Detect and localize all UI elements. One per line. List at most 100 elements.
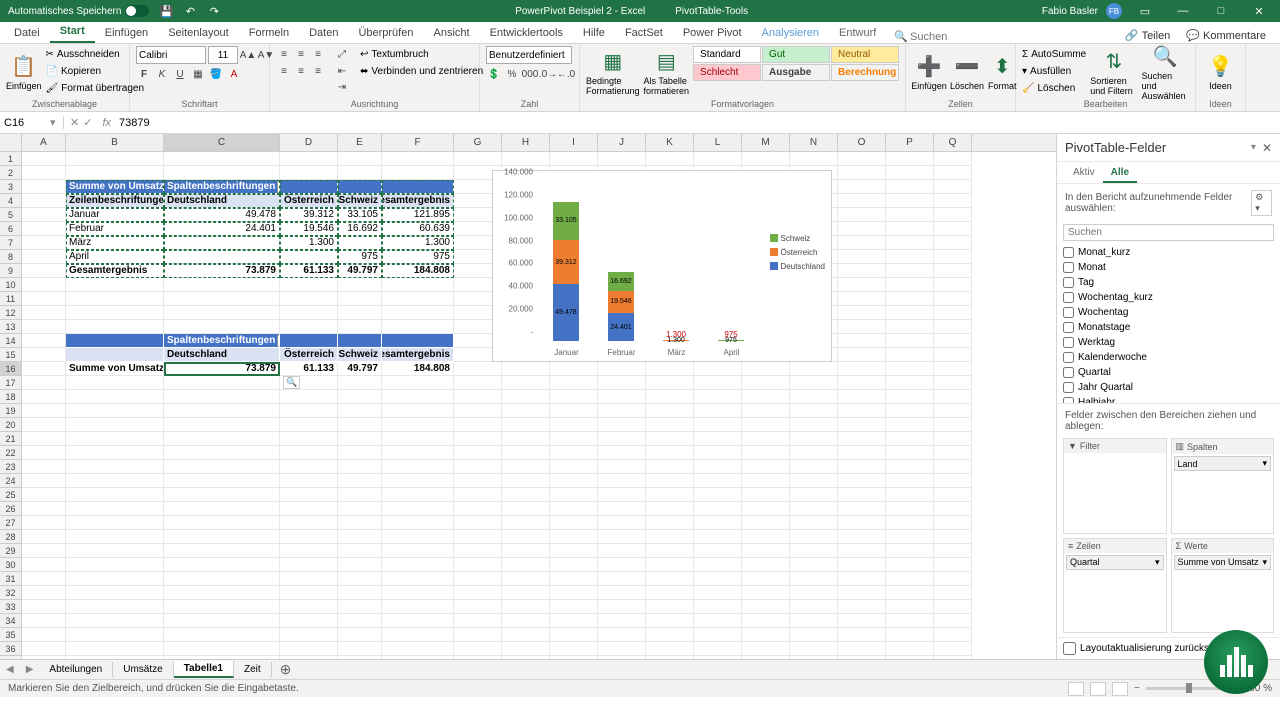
tab-factset[interactable]: FactSet <box>615 25 673 43</box>
font-size-select[interactable] <box>208 46 238 64</box>
format-cells-button[interactable]: ⬍Format <box>988 46 1017 98</box>
col-header[interactable]: N <box>790 134 838 151</box>
select-all-corner[interactable] <box>0 134 22 151</box>
pane-dropdown-icon[interactable]: ▾ <box>1251 142 1256 153</box>
style-ausgabe[interactable]: Ausgabe <box>762 64 830 81</box>
maximize-icon[interactable]: □ <box>1206 0 1236 22</box>
indent-dec-button[interactable]: ⇤ <box>334 63 350 79</box>
area-rows[interactable]: ≡ Zeilen Quartal▾ <box>1063 538 1167 634</box>
tab-ueberpruefen[interactable]: Überprüfen <box>348 25 423 43</box>
user-avatar[interactable]: FB <box>1106 3 1122 19</box>
field-item[interactable]: Kalenderwoche <box>1063 350 1274 365</box>
field-item[interactable]: Jahr Quartal <box>1063 380 1274 395</box>
paste-button[interactable]: 📋Einfügen <box>6 46 42 98</box>
redo-icon[interactable]: ↷ <box>207 4 221 18</box>
tab-daten[interactable]: Daten <box>299 25 348 43</box>
sheet-tab[interactable]: Zeit <box>234 662 272 677</box>
underline-button[interactable]: U <box>172 66 188 82</box>
worksheet-grid[interactable]: A B C D E F G H I J K L M N O P Q 123Sum… <box>0 134 1056 659</box>
sheet-tab[interactable]: Umsätze <box>113 662 173 677</box>
border-button[interactable]: ▦ <box>190 66 206 82</box>
field-item[interactable]: Quartal <box>1063 365 1274 380</box>
tab-entwicklertools[interactable]: Entwicklertools <box>480 25 573 43</box>
indent-inc-button[interactable]: ⇥ <box>334 79 350 95</box>
col-header[interactable]: I <box>550 134 598 151</box>
ideas-button[interactable]: 💡Ideen <box>1202 46 1239 98</box>
tab-entwurf[interactable]: Entwurf <box>829 25 886 43</box>
field-search-input[interactable] <box>1063 224 1274 241</box>
normal-view-icon[interactable] <box>1068 682 1084 696</box>
add-sheet-icon[interactable]: ⊕ <box>272 661 300 678</box>
col-header[interactable]: P <box>886 134 934 151</box>
inc-decimal-button[interactable]: .0→ <box>540 66 556 82</box>
col-header[interactable]: J <box>598 134 646 151</box>
col-header[interactable]: K <box>646 134 694 151</box>
tab-analysieren[interactable]: Analysieren <box>752 25 829 43</box>
bold-button[interactable]: F <box>136 66 152 82</box>
page-layout-view-icon[interactable] <box>1090 682 1106 696</box>
tab-seitenlayout[interactable]: Seitenlayout <box>158 25 239 43</box>
pivot-chart[interactable]: -20.00040.00060.00080.000100.000120.0001… <box>492 170 832 362</box>
comments-button[interactable]: 💬 Kommentare <box>1180 28 1272 43</box>
field-item[interactable]: Wochentag_kurz <box>1063 290 1274 305</box>
autosave-toggle[interactable]: Automatisches Speichern <box>8 5 149 17</box>
field-item[interactable]: Halbjahr <box>1063 395 1274 403</box>
pane-close-icon[interactable]: ✕ <box>1262 141 1272 155</box>
share-button[interactable]: 🔗 Teilen <box>1119 28 1176 43</box>
col-header[interactable]: O <box>838 134 886 151</box>
sheet-nav-next-icon[interactable]: ▶ <box>20 664 40 675</box>
currency-button[interactable]: 💲 <box>486 66 502 82</box>
save-icon[interactable]: 💾 <box>159 4 173 18</box>
search-icon[interactable]: 🔍 <box>894 30 908 43</box>
comma-button[interactable]: 000 <box>522 66 538 82</box>
area-columns[interactable]: ▥ Spalten Land▾ <box>1171 438 1275 534</box>
undo-icon[interactable]: ↶ <box>183 4 197 18</box>
enter-formula-icon[interactable]: ✓ <box>83 116 92 129</box>
fx-icon[interactable]: fx <box>98 117 115 129</box>
field-item[interactable]: Monatstage <box>1063 320 1274 335</box>
close-icon[interactable]: ✕ <box>1244 0 1274 22</box>
orientation-button[interactable]: ⤢ <box>334 46 350 62</box>
font-color-button[interactable]: A <box>226 66 242 82</box>
merge-center-button[interactable]: ⬌ Verbinden und zentrieren <box>360 63 483 79</box>
tab-einfuegen[interactable]: Einfügen <box>95 25 158 43</box>
grow-font-icon[interactable]: A▲ <box>240 47 256 63</box>
style-berechnung[interactable]: Berechnung <box>831 64 899 81</box>
tell-me-input[interactable] <box>910 31 970 43</box>
conditional-format-button[interactable]: ▦Bedingte Formatierung <box>586 46 640 98</box>
area-values[interactable]: Σ Werte Summe von Umsatz▾ <box>1171 538 1275 634</box>
field-item[interactable]: Tag <box>1063 275 1274 290</box>
col-header[interactable]: C <box>164 134 280 151</box>
col-header[interactable]: L <box>694 134 742 151</box>
pane-tools-icon[interactable]: ⚙ ▾ <box>1251 190 1272 216</box>
area-filter[interactable]: ▼ Filter <box>1063 438 1167 534</box>
field-item[interactable]: Wochentag <box>1063 305 1274 320</box>
col-header[interactable]: B <box>66 134 164 151</box>
sheet-nav-prev-icon[interactable]: ◀ <box>0 664 20 675</box>
sort-filter-button[interactable]: ⇅Sortieren und Filtern <box>1090 46 1137 98</box>
font-name-select[interactable] <box>136 46 206 64</box>
percent-button[interactable]: % <box>504 66 520 82</box>
formula-input[interactable] <box>115 117 1280 129</box>
style-neutral[interactable]: Neutral <box>831 46 899 63</box>
italic-button[interactable]: K <box>154 66 170 82</box>
tab-start[interactable]: Start <box>50 23 95 43</box>
wrap-text-button[interactable]: ↩ Textumbruch <box>360 46 483 62</box>
tab-hilfe[interactable]: Hilfe <box>573 25 615 43</box>
zoom-out-icon[interactable]: − <box>1134 683 1140 694</box>
tab-ansicht[interactable]: Ansicht <box>423 25 479 43</box>
col-header[interactable]: A <box>22 134 66 151</box>
tab-formeln[interactable]: Formeln <box>239 25 299 43</box>
page-break-view-icon[interactable] <box>1112 682 1128 696</box>
number-format-select[interactable] <box>486 46 572 64</box>
col-header[interactable]: D <box>280 134 338 151</box>
field-item[interactable]: Monat <box>1063 260 1274 275</box>
col-header[interactable]: E <box>338 134 382 151</box>
minimize-icon[interactable]: — <box>1168 0 1198 22</box>
insert-cells-button[interactable]: ➕Einfügen <box>912 46 946 98</box>
col-header[interactable]: M <box>742 134 790 151</box>
col-header[interactable]: Q <box>934 134 972 151</box>
fill-color-button[interactable]: 🪣 <box>208 66 224 82</box>
sheet-tab[interactable]: Tabelle1 <box>174 661 234 678</box>
sheet-tab[interactable]: Abteilungen <box>39 662 113 677</box>
